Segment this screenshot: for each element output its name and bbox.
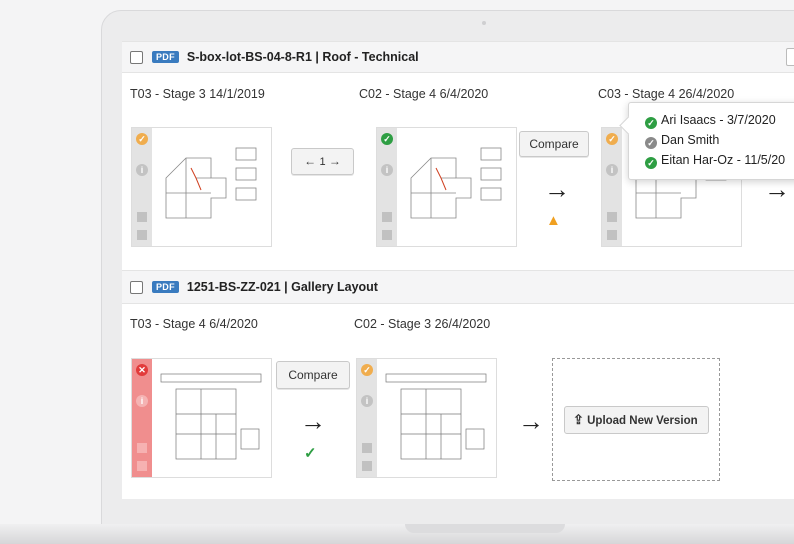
floor-plan-drawing (410, 147, 502, 219)
laptop-camera (482, 21, 486, 25)
version-label: C03 - Stage 4 26/4/2020 (598, 87, 735, 101)
version-label: C02 - Stage 4 6/4/2020 (359, 87, 489, 101)
check-circle-icon[interactable]: ✓ (361, 364, 373, 376)
floor-plan-drawing (165, 147, 257, 219)
reviewers-tooltip: ✓ Ari Isaacs - 3/7/2020 ✓ Dan Smith ✓ Eitan… (619, 102, 794, 180)
info-icon[interactable]: i (606, 164, 618, 176)
reviewer-name: Ari Isaacs - 3/7/2020 (661, 113, 776, 127)
upload-new-version-button[interactable]: ⇪ Upload New Version (564, 406, 709, 434)
reviewer-row: ✓ Dan Smith (645, 133, 719, 149)
floor-plan-drawing (385, 373, 487, 460)
info-icon[interactable]: i (136, 395, 148, 407)
screen: PDF S-box-lot-BS-04-8-R1 | Roof - Techni… (122, 41, 794, 499)
pdf-badge: PDF (152, 281, 179, 293)
arrow-right-icon: → (544, 174, 570, 204)
pager-button[interactable]: ← 1 → (291, 148, 354, 175)
version-label: T03 - Stage 3 14/1/2019 (130, 87, 265, 101)
thumbnail-toolbar (132, 128, 152, 246)
thumbnail-toolbar (377, 128, 397, 246)
arrow-left-icon: ← (304, 154, 317, 168)
pdf-badge: PDF (152, 51, 179, 63)
check-circle-icon: ✓ (645, 157, 657, 169)
thumbnail-toolbar (132, 359, 152, 477)
check-circle-icon[interactable]: ✓ (136, 133, 148, 145)
upload-dropzone[interactable]: ⇪ Upload New Version (552, 358, 720, 481)
download-icon[interactable] (382, 212, 392, 222)
version-label: C02 - Stage 3 26/4/2020 (354, 317, 491, 331)
document-menu-button[interactable] (786, 48, 794, 66)
download-icon[interactable] (137, 443, 147, 453)
trash-icon[interactable] (362, 461, 372, 471)
compare-button[interactable]: Compare (276, 361, 350, 389)
arrow-right-icon: → (328, 154, 341, 168)
pager-count: 1 (319, 156, 326, 168)
version-thumbnail[interactable]: ✓ i (376, 127, 517, 247)
document-title[interactable]: 1251-BS-ZZ-021 | Gallery Layout (187, 280, 378, 294)
download-icon[interactable] (137, 212, 147, 222)
check-circle-icon[interactable]: ✓ (381, 133, 393, 145)
warning-icon: ▲ (546, 212, 561, 229)
document-header: PDF 1251-BS-ZZ-021 | Gallery Layout (122, 270, 794, 304)
info-icon[interactable]: i (136, 164, 148, 176)
x-circle-icon[interactable]: ✕ (136, 364, 148, 376)
upload-label: Upload New Version (587, 415, 698, 427)
info-icon[interactable]: i (361, 395, 373, 407)
thumbnail-toolbar (602, 128, 622, 246)
thumbnail-toolbar (357, 359, 377, 477)
version-thumbnail[interactable]: ✕ i (131, 358, 272, 478)
check-circle-icon: ✓ (645, 137, 657, 149)
laptop-base (0, 524, 794, 544)
check-icon: ✓ (304, 445, 317, 462)
reviewer-name: Dan Smith (661, 133, 720, 147)
version-thumbnail[interactable]: ✓ i (131, 127, 272, 247)
trash-icon[interactable] (382, 230, 392, 240)
document-checkbox[interactable] (130, 280, 143, 294)
check-circle-icon[interactable]: ✓ (606, 133, 618, 145)
floor-plan-drawing (160, 373, 262, 460)
compare-button[interactable]: Compare (519, 131, 589, 157)
trash-icon[interactable] (137, 230, 147, 240)
download-icon[interactable] (362, 443, 372, 453)
document-title[interactable]: S-box-lot-BS-04-8-R1 | Roof - Technical (187, 50, 419, 64)
reviewer-row: ✓ Eitan Har-Oz - 11/5/20 (645, 153, 785, 169)
trash-icon[interactable] (607, 230, 617, 240)
version-label: T03 - Stage 4 6/4/2020 (130, 317, 258, 331)
info-icon[interactable]: i (381, 164, 393, 176)
trash-icon[interactable] (137, 461, 147, 471)
check-circle-icon: ✓ (645, 117, 657, 129)
reviewer-name: Eitan Har-Oz - 11/5/20 (661, 153, 786, 167)
upload-icon: ⇪ (573, 412, 584, 427)
version-thumbnail[interactable]: ✓ i (356, 358, 497, 478)
laptop-notch (405, 524, 565, 533)
arrow-right-icon: → (300, 406, 326, 436)
document-header: PDF S-box-lot-BS-04-8-R1 | Roof - Techni… (122, 41, 794, 73)
download-icon[interactable] (607, 212, 617, 222)
reviewer-row: ✓ Ari Isaacs - 3/7/2020 (645, 113, 776, 129)
document-checkbox[interactable] (130, 50, 143, 64)
arrow-right-icon: → (518, 406, 544, 436)
